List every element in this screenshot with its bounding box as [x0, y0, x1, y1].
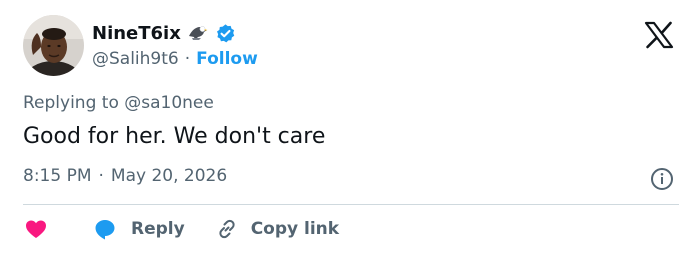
author-handle[interactable]: @Salih9t6 — [92, 49, 179, 69]
tweet-timestamp[interactable]: 8:15 PM · May 20, 2026 — [23, 166, 227, 186]
follow-button[interactable]: Follow — [196, 49, 258, 69]
timestamp-time: 8:15 PM — [23, 166, 92, 186]
avatar[interactable] — [23, 15, 84, 76]
x-logo-icon[interactable] — [641, 21, 677, 49]
author-name-row: NineT6ix — [92, 21, 236, 45]
action-bar: Reply Copy link — [23, 214, 339, 244]
copy-link-button[interactable]: Copy link — [215, 217, 339, 241]
verified-badge-icon — [215, 23, 236, 44]
reply-label: Reply — [131, 219, 185, 239]
handle-separator: · — [184, 49, 191, 69]
eagle-icon — [187, 22, 209, 44]
reply-button[interactable]: Reply — [93, 217, 185, 241]
author-handle-row: @Salih9t6 · Follow — [92, 48, 258, 70]
heart-icon — [26, 220, 46, 238]
tweet-text: Good for her. We don't care — [23, 124, 326, 149]
avatar-photo — [23, 15, 84, 76]
timestamp-date: May 20, 2026 — [110, 166, 228, 186]
like-button[interactable] — [23, 217, 49, 241]
tweet-card: NineT6ix @Salih9t6 · Follow Replying to … — [0, 0, 700, 256]
replying-to[interactable]: Replying to @sa10nee — [23, 93, 214, 113]
info-icon[interactable] — [650, 167, 674, 191]
author-display-name[interactable]: NineT6ix — [92, 23, 181, 44]
divider — [23, 204, 679, 205]
link-icon — [219, 219, 235, 239]
speech-bubble-icon — [95, 220, 115, 240]
copy-link-label: Copy link — [250, 219, 340, 239]
timestamp-separator: · — [98, 166, 104, 186]
